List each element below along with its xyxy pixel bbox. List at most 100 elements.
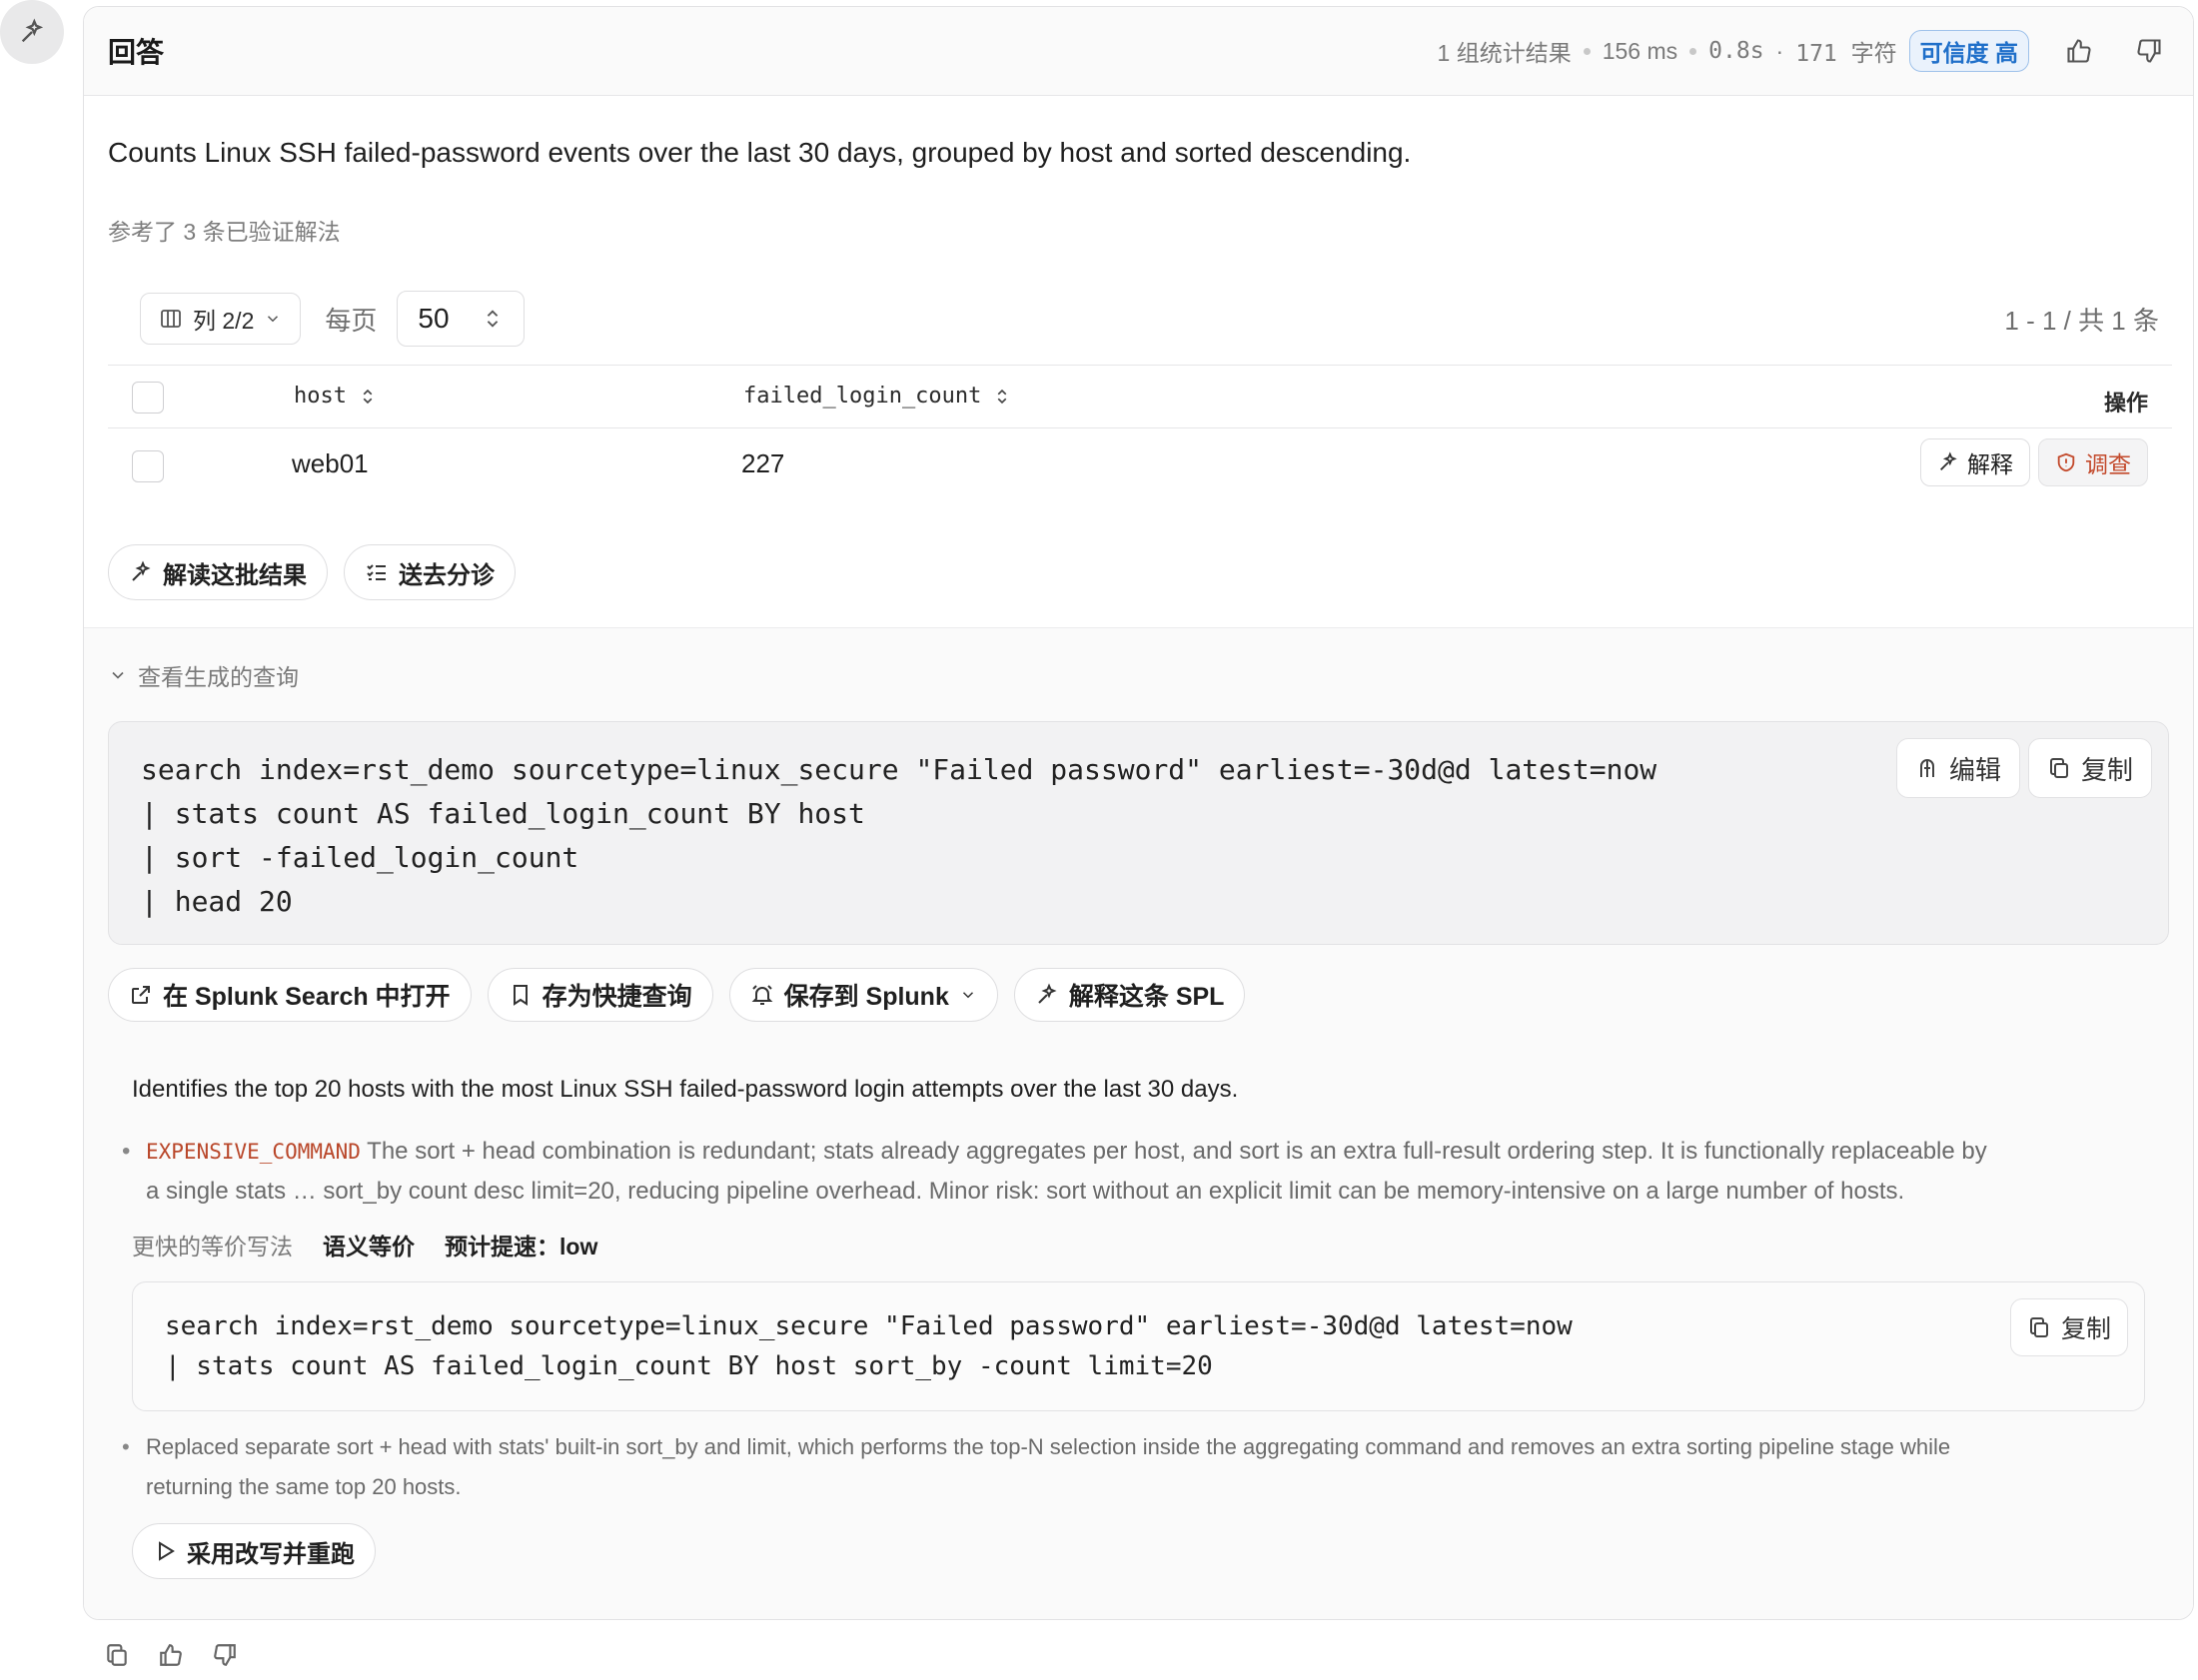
copy-query-button[interactable]: 复制 [2027, 738, 2152, 798]
explain-spl-button[interactable]: 解释这条 SPL [1013, 968, 1246, 1022]
table-row: web01 227 解释 调查 [108, 428, 2172, 504]
alarm-bell-icon [751, 985, 772, 1005]
spl-explanation: Identifies the top 20 hosts with the mos… [108, 1050, 2169, 1619]
separator-middot: · [1775, 37, 1784, 64]
thumbs-up-icon [2067, 39, 2091, 63]
code-line: | sort -failed_login_count [141, 841, 579, 874]
copy-icon[interactable] [104, 1642, 130, 1668]
results-table: host failed_login_count 操作 web01 227 解释 … [108, 365, 2172, 504]
columns-icon [161, 310, 181, 328]
answer-title: 回答 [108, 37, 165, 68]
row-investigate-label: 调查 [2085, 451, 2131, 477]
explanation-summary: Identifies the top 20 hosts with the mos… [132, 1076, 1239, 1103]
table-toolbar: 列 2/2 每页 50 1 - 1 / 共 1 条 [140, 291, 2169, 347]
apply-rewrite-rerun-button[interactable]: 采用改写并重跑 [132, 1523, 376, 1579]
query-section: 查看生成的查询 search index=rst_demo sourcetype… [84, 627, 2193, 1619]
query-actions: 在 Splunk Search 中打开 存为快捷查询 保存到 Splunk 解释… [108, 968, 1246, 1022]
columns-label: 列 2/2 [193, 308, 255, 334]
copy-rewrite-button[interactable]: 复制 [2009, 1298, 2128, 1356]
checklist-icon [367, 564, 386, 580]
thumbs-down-button[interactable] [2129, 31, 2169, 71]
columns-button[interactable]: 列 2/2 [140, 293, 302, 345]
edit-icon [1919, 759, 1934, 777]
edit-query-button[interactable]: 编辑 [1895, 738, 2020, 798]
send-triage-label: 送去分诊 [399, 561, 495, 589]
interpret-batch-button[interactable]: 解读这批结果 [108, 544, 328, 600]
speedup-estimate: 预计提速：low [445, 1234, 598, 1260]
answer-header: 回答 1 组统计结果 156 ms 0.8s · 171 字符 可信度 高 [84, 7, 2193, 96]
assistant-avatar [0, 0, 64, 64]
send-triage-button[interactable]: 送去分诊 [344, 544, 516, 600]
faster-equivalent-label: 更快的等价写法 [132, 1234, 293, 1260]
chevron-updown-icon [488, 310, 499, 328]
sparkle-icon [1038, 983, 1057, 1004]
answer-summary: Counts Linux SSH failed-password events … [108, 137, 1412, 168]
table-header: host failed_login_count 操作 [108, 365, 2172, 428]
row-explain-label: 解释 [1967, 451, 2013, 477]
column-header-label: host [294, 384, 347, 409]
save-shortcut-label: 存为快捷查询 [542, 983, 692, 1011]
sparkle-icon [1940, 451, 1957, 470]
rewrite-note-text-1: Replaced separate sort + head with stats… [146, 1434, 1951, 1459]
copy-label: 复制 [2080, 754, 2133, 785]
faster-equivalent-row: 更快的等价写法 语义等价 预计提速：low [132, 1228, 597, 1261]
row-actions: 解释 调查 [1920, 438, 2148, 486]
code-line: search index=rst_demo sourcetype=linux_s… [141, 753, 1657, 786]
per-page-value: 50 [418, 303, 450, 334]
sort-icon [363, 389, 373, 404]
open-splunk-label: 在 Splunk Search 中打开 [163, 983, 451, 1011]
column-header-failed-login-count[interactable]: failed_login_count [743, 384, 1011, 409]
semantic-equivalent-badge: 语义等价 [323, 1234, 415, 1260]
code-line: | head 20 [141, 885, 293, 918]
confidence-badge: 可信度 高 [1908, 30, 2029, 72]
note-text-1: The sort + head combination is redundant… [367, 1138, 1987, 1165]
open-splunk-button[interactable]: 在 Splunk Search 中打开 [108, 968, 472, 1022]
duration-value: 0.8s [1708, 38, 1764, 64]
save-splunk-button[interactable]: 保存到 Splunk [728, 968, 998, 1022]
answer-meta: 1 组统计结果 156 ms 0.8s · 171 字符 可信度 高 [1438, 30, 2169, 72]
thumbs-down-icon [2137, 39, 2161, 63]
chevron-down-icon [962, 992, 973, 999]
interpret-batch-label: 解读这批结果 [163, 561, 307, 589]
shield-alert-icon [2057, 452, 2075, 472]
rewrite-note-text-2: returning the same top 20 hosts. [146, 1474, 462, 1499]
thumbs-up-icon[interactable] [158, 1642, 184, 1668]
per-page-label: 每页 [325, 305, 378, 336]
copy-icon [2049, 758, 2068, 778]
row-investigate-button[interactable]: 调查 [2038, 438, 2148, 486]
code-line: | stats count AS failed_login_count BY h… [165, 1351, 1213, 1381]
save-splunk-label: 保存到 Splunk [783, 983, 949, 1011]
stat-results-count: 1 组统计结果 [1437, 40, 1572, 66]
batch-actions: 解读这批结果 送去分诊 [108, 544, 516, 600]
save-shortcut-button[interactable]: 存为快捷查询 [487, 968, 713, 1022]
spl-code-block: search index=rst_demo sourcetype=linux_s… [108, 721, 2169, 945]
cell-host: web01 [292, 448, 369, 478]
column-header-host[interactable]: host [294, 384, 377, 409]
char-count: 171 字符 [1795, 41, 1897, 67]
sparkle-icon [21, 18, 44, 43]
apply-rewrite-label: 采用改写并重跑 [187, 1540, 355, 1568]
note-text-2: a single stats … sort_by count desc limi… [146, 1178, 1905, 1205]
verified-refs: 参考了 3 条已验证解法 [108, 219, 341, 245]
thumbs-down-icon[interactable] [212, 1642, 238, 1668]
view-query-toggle[interactable]: 查看生成的查询 [108, 658, 299, 692]
row-explain-button[interactable]: 解释 [1920, 438, 2030, 486]
thumbs-up-button[interactable] [2059, 31, 2099, 71]
sparkle-icon [132, 560, 151, 581]
per-page-select[interactable]: 50 [397, 291, 526, 347]
view-query-label: 查看生成的查询 [138, 664, 299, 690]
rewrite-code-block: search index=rst_demo sourcetype=linux_s… [132, 1281, 2145, 1411]
chevron-down-icon [112, 671, 124, 679]
code-line: search index=rst_demo sourcetype=linux_s… [165, 1311, 1573, 1341]
copy-label: 复制 [2060, 1315, 2111, 1343]
select-all-checkbox[interactable] [132, 382, 164, 414]
pagination-info: 1 - 1 / 共 1 条 [2004, 305, 2159, 336]
rewrite-note: Replaced separate sort + head with stats… [122, 1427, 2154, 1507]
row-checkbox[interactable] [132, 450, 164, 482]
edit-label: 编辑 [1948, 754, 2001, 785]
bookmark-icon [513, 985, 528, 1006]
answer-card: 回答 1 组统计结果 156 ms 0.8s · 171 字符 可信度 高 Co… [83, 6, 2194, 1620]
chevron-down-icon [268, 316, 279, 323]
play-icon [159, 1541, 175, 1561]
code-actions: 编辑 复制 [1895, 738, 2152, 798]
